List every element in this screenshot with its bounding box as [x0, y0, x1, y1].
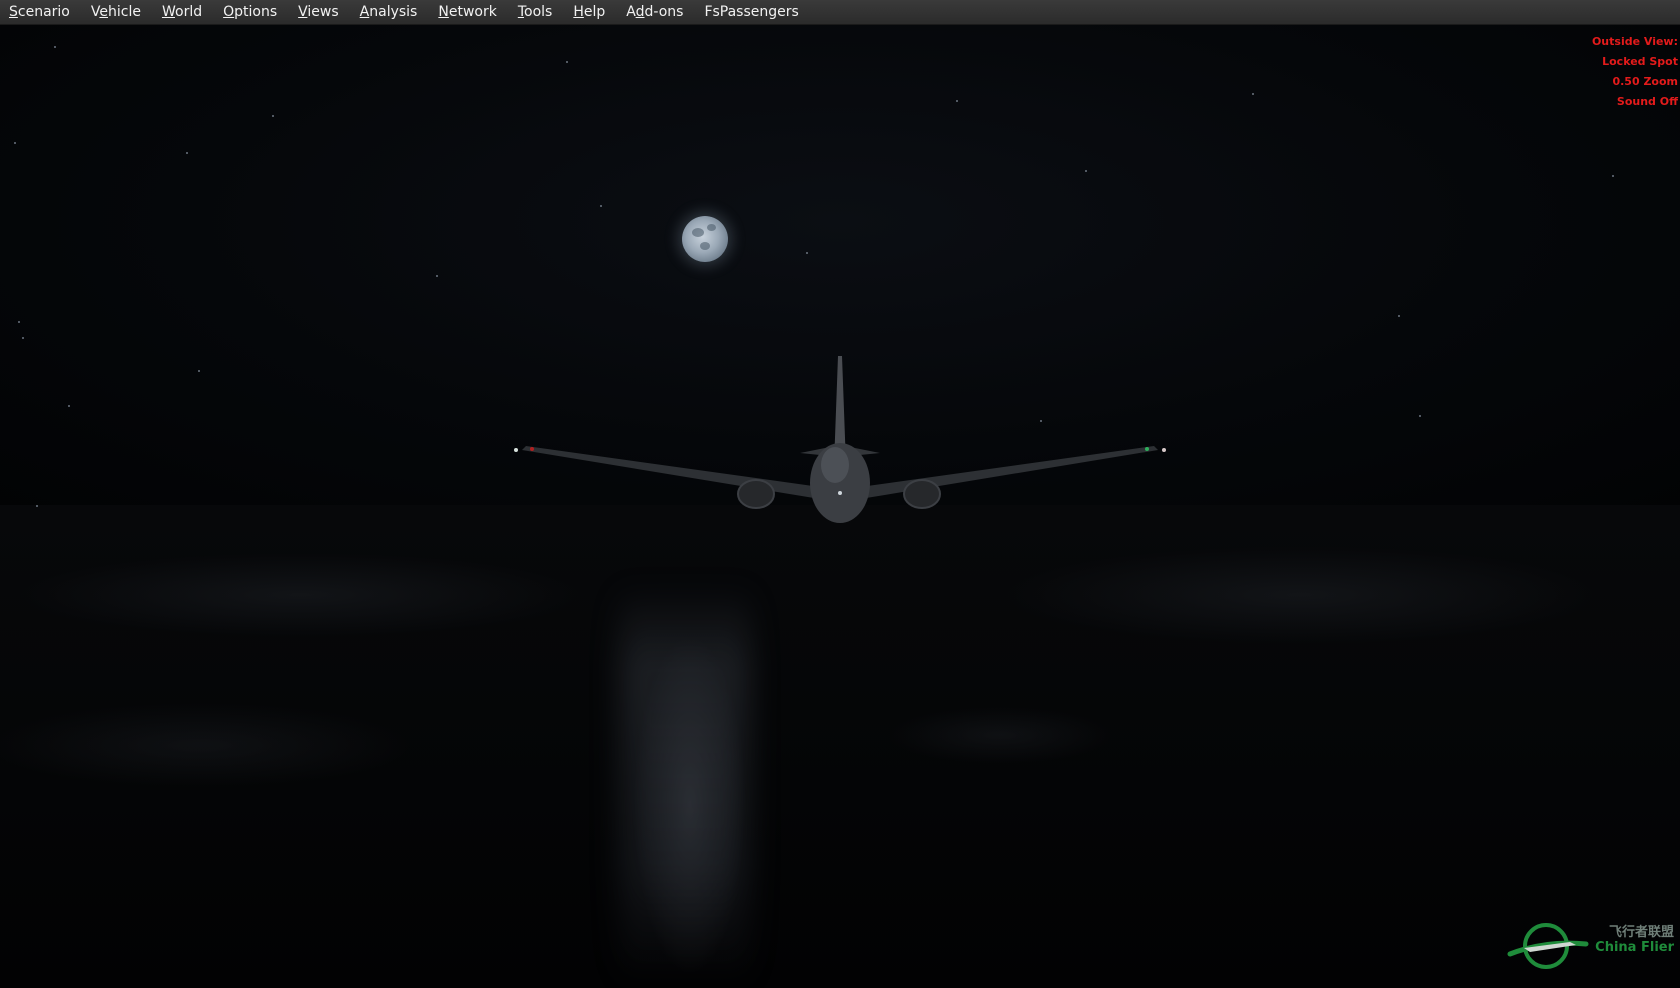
watermark-chinese-text: 飞行者联盟	[1608, 925, 1674, 940]
sound-status-label: Sound Off	[1616, 95, 1678, 108]
watermark-english-text: China Flier	[1595, 940, 1674, 955]
menu-label: ptions	[234, 3, 278, 20]
menu-mnemonic: e	[99, 3, 108, 20]
airplane-fuselage-highlight	[821, 447, 849, 483]
airplane	[514, 356, 1166, 523]
menu-mnemonic: O	[223, 3, 235, 20]
simulator-window: Scenario Vehicle World Options Views Ana…	[0, 0, 1680, 988]
menu-add-ons[interactable]: Add-ons	[621, 0, 693, 25]
right-wing-green-light	[1145, 447, 1149, 451]
menu-network[interactable]: Network	[433, 0, 506, 25]
menu-tools[interactable]: Tools	[513, 0, 563, 25]
china-flier-watermark: 飞行者联盟 China Flier	[1506, 914, 1676, 972]
menu-views[interactable]: Views	[293, 0, 349, 25]
menu-scenario[interactable]: Scenario	[4, 0, 80, 25]
menu-label: nalysis	[369, 3, 418, 20]
airplane-left-engine	[737, 479, 775, 509]
menu-label: etwork	[448, 3, 497, 20]
menu-mnemonic: d	[635, 3, 645, 20]
view-mode-label: Locked Spot	[1602, 55, 1678, 68]
menu-bar: Scenario Vehicle World Options Views Ana…	[0, 0, 1680, 25]
menu-label: FsPassengers	[704, 3, 799, 20]
menu-mnemonic: S	[9, 3, 18, 20]
menu-mnemonic: W	[161, 3, 175, 20]
flight-view[interactable]	[0, 25, 1680, 988]
menu-mnemonic: N	[438, 3, 449, 20]
menu-mnemonic: H	[573, 3, 584, 20]
tail-light	[838, 491, 842, 495]
view-status-overlay: Outside View: Locked Spot 0.50 Zoom Soun…	[1592, 32, 1678, 112]
menu-analysis[interactable]: Analysis	[355, 0, 428, 25]
menu-label: orld	[175, 3, 203, 20]
airplane-right-engine	[903, 479, 941, 509]
menu-label: ools	[524, 3, 553, 20]
menu-label: cenario	[17, 3, 70, 20]
right-wing-light	[1162, 448, 1166, 452]
menu-label: d-ons	[644, 3, 684, 20]
china-flier-logo-icon	[1507, 923, 1589, 969]
menu-label: elp	[583, 3, 606, 20]
left-wing-light	[514, 448, 518, 452]
menu-world[interactable]: World	[157, 0, 212, 25]
menu-vehicle[interactable]: Vehicle	[86, 0, 151, 25]
zoom-level-label: 0.50 Zoom	[1612, 75, 1678, 88]
menu-label: iews	[307, 3, 339, 20]
menu-help[interactable]: Help	[568, 0, 615, 25]
menu-label-prefix: A	[626, 3, 636, 20]
view-type-label: Outside View:	[1591, 35, 1678, 48]
menu-fspassengers[interactable]: FsPassengers	[699, 0, 808, 25]
menu-label: hicle	[108, 3, 141, 20]
menu-options[interactable]: Options	[218, 0, 287, 25]
left-wing-red-light	[530, 447, 534, 451]
airplane-left-wing	[522, 446, 820, 499]
menu-mnemonic: A	[359, 3, 370, 20]
